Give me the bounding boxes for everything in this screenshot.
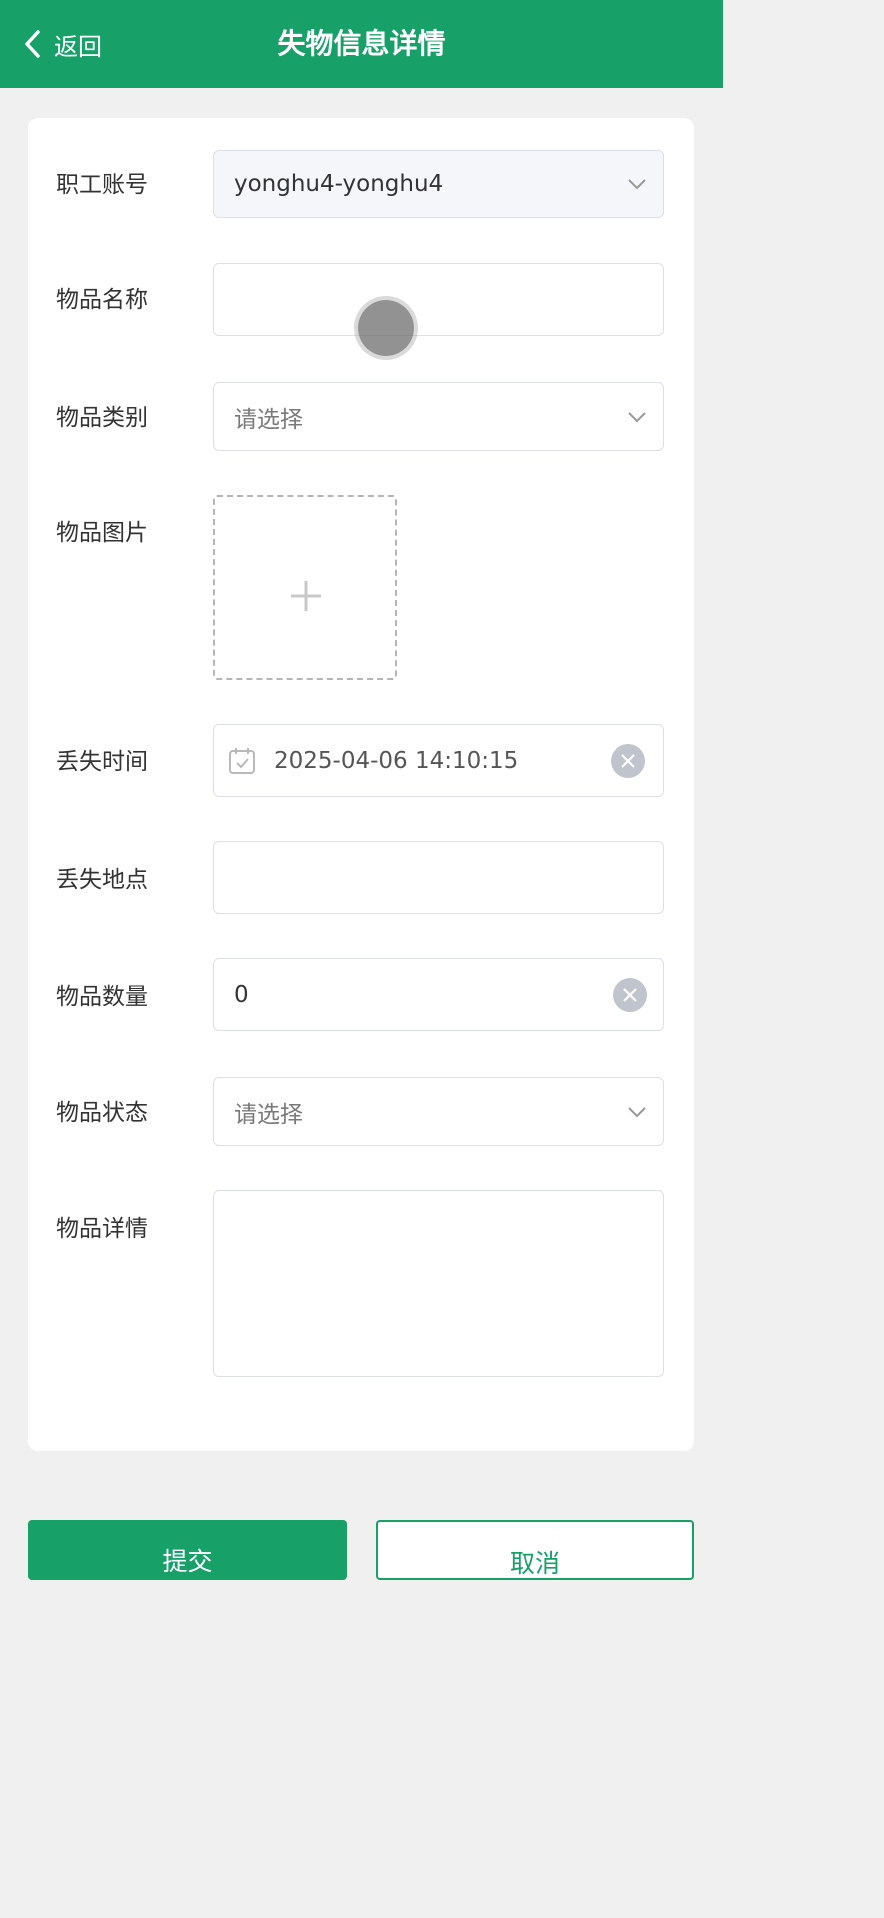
quantity-value: 0 (234, 981, 249, 1008)
category-placeholder: 请选择 (234, 406, 303, 433)
clear-icon[interactable] (613, 977, 647, 1012)
cancel-button[interactable]: 取消 (376, 1520, 694, 1580)
calendar-icon (229, 747, 255, 774)
item-name-input[interactable] (213, 263, 664, 336)
account-select[interactable]: yonghu4-yonghu4 (213, 150, 664, 218)
chevron-down-icon (628, 179, 646, 190)
details-textarea[interactable] (213, 1190, 664, 1377)
image-label: 物品图片 (56, 520, 148, 546)
status-label: 物品状态 (56, 1100, 148, 1126)
status-select[interactable]: 请选择 (213, 1077, 664, 1146)
category-select[interactable]: 请选择 (213, 382, 664, 451)
submit-label: 提交 (162, 1547, 213, 1576)
quantity-input[interactable]: 0 (213, 958, 664, 1031)
plus-icon (291, 581, 321, 611)
status-placeholder: 请选择 (234, 1101, 303, 1128)
details-label: 物品详情 (56, 1216, 148, 1242)
account-value: yonghu4-yonghu4 (234, 171, 444, 197)
app-header: 返回 失物信息详情 (0, 0, 723, 88)
touch-indicator (358, 300, 414, 356)
lost-time-picker[interactable]: 2025-04-06 14:10:15 (213, 724, 664, 797)
chevron-down-icon (628, 411, 646, 422)
lost-place-input[interactable] (213, 841, 664, 914)
chevron-down-icon (628, 1106, 646, 1117)
quantity-label: 物品数量 (56, 984, 148, 1010)
lost-time-label: 丢失时间 (56, 749, 148, 775)
category-label: 物品类别 (56, 405, 148, 431)
page-title: 失物信息详情 (277, 27, 446, 60)
lost-time-value: 2025-04-06 14:10:15 (274, 747, 519, 774)
submit-button[interactable]: 提交 (28, 1520, 347, 1580)
clear-icon[interactable] (611, 743, 645, 778)
account-label: 职工账号 (56, 172, 148, 198)
image-upload[interactable] (213, 495, 397, 680)
item-name-label: 物品名称 (56, 287, 148, 313)
cancel-label: 取消 (509, 1549, 560, 1578)
lost-place-label: 丢失地点 (56, 867, 148, 893)
